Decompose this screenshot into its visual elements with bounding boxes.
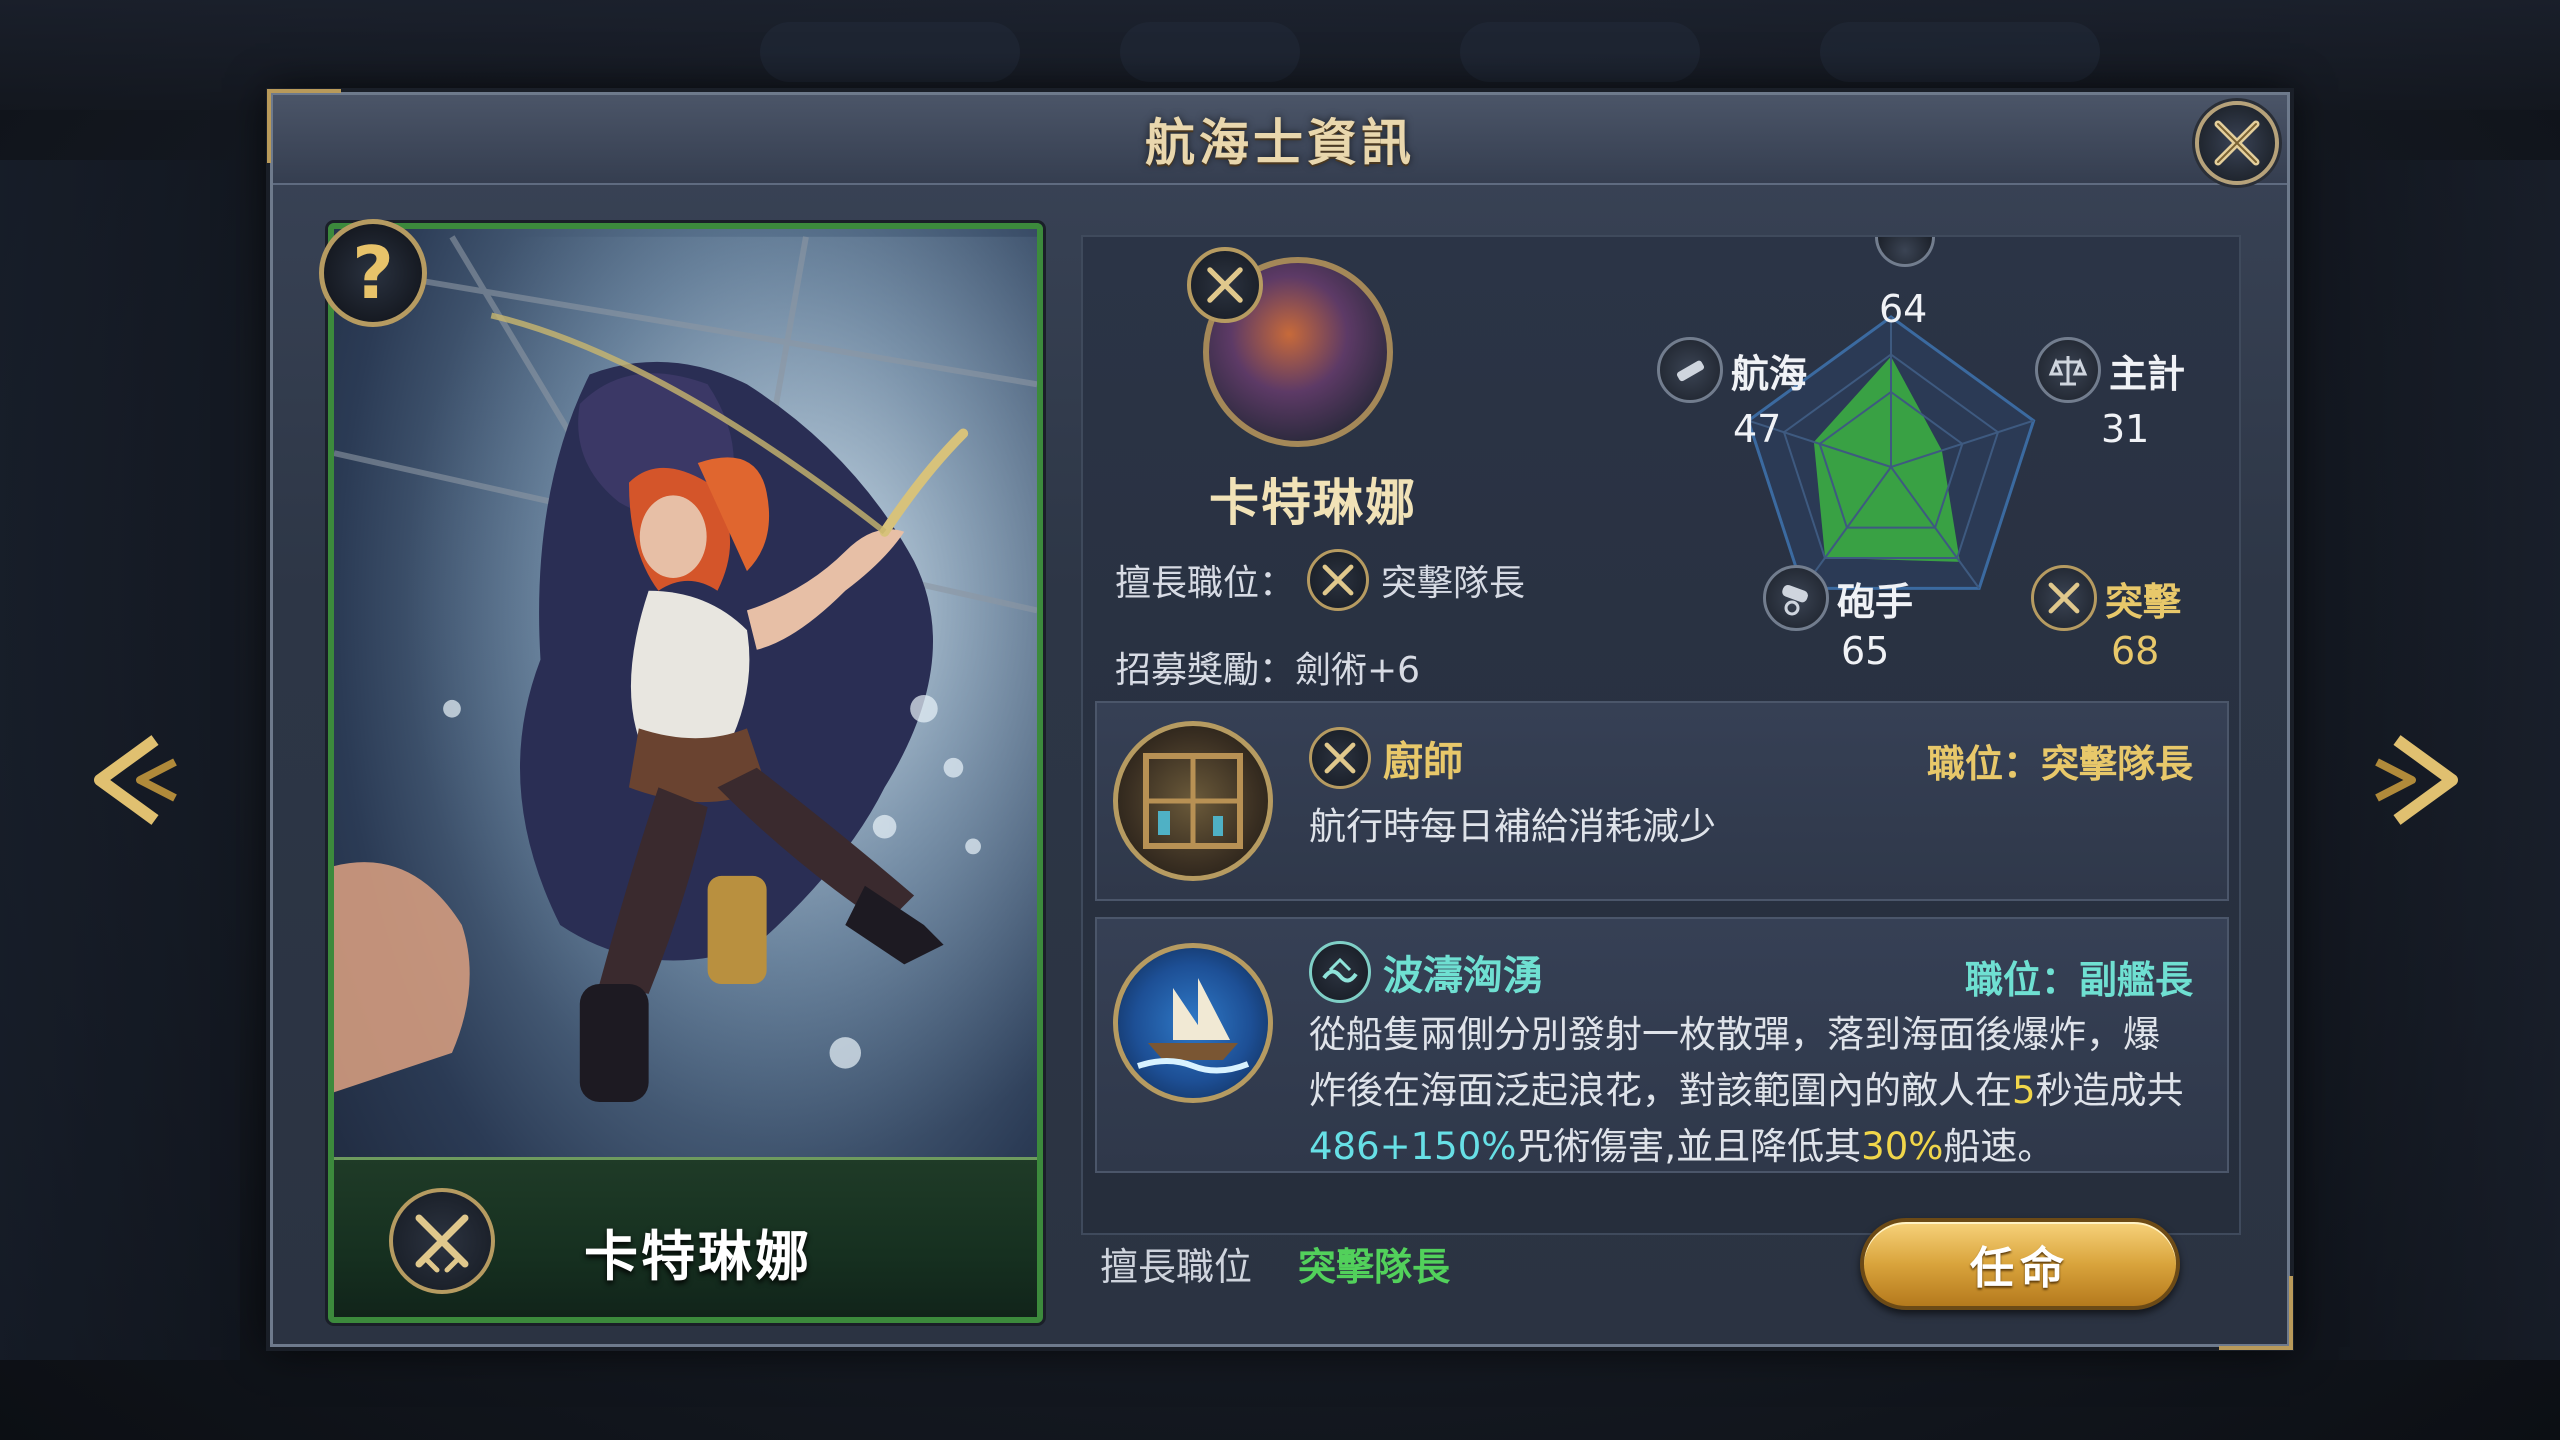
close-button[interactable] [2195, 101, 2279, 185]
character-name: 卡特琳娜 [1209, 474, 1417, 532]
cook-skill-icon [1113, 721, 1273, 881]
crossed-swords-icon [2031, 565, 2097, 631]
stat-navigation: 航海 [1657, 337, 1807, 403]
card-character-name: 卡特琳娜 [584, 1225, 812, 1288]
specialty-value: 突擊隊長 [1381, 563, 1526, 604]
character-portrait-art [334, 235, 1037, 1152]
skill-title-cook: 廚師 [1309, 727, 1463, 789]
skill-card-rough-seas: 波濤洶湧 職位：副艦長 從船隻兩側分別發射一枚散彈，落到海面後爆炸，爆 炸後在海… [1095, 917, 2229, 1173]
skill-desc-text: 秒造成共 [2035, 1069, 2184, 1112]
background-resource-slot [1120, 22, 1300, 82]
skill-slow-percent: 30% [1861, 1125, 1944, 1168]
background-resource-slot [1460, 22, 1700, 82]
skill-desc-line: 從船隻兩側分別發射一枚散彈，落到海面後爆炸，爆 [1309, 1013, 2160, 1056]
stat-navigation-value: 47 [1733, 407, 1782, 451]
skill-desc-line: 486+150%咒術傷害,並且降低其30%船速。 [1309, 1119, 2203, 1175]
chevron-right-icon [2375, 735, 2458, 825]
footer-specialty-value: 突擊隊長 [1298, 1245, 1451, 1289]
stat-assault-value: 68 [2111, 629, 2160, 673]
skill-desc-line: 炸後在海面泛起浪花，對該範圍內的敵人在5秒造成共 [1309, 1063, 2203, 1119]
stat-top-value: 64 [1879, 287, 1928, 331]
scales-icon [2035, 337, 2101, 403]
skill-card-cook: 廚師 職位：突擊隊長 航行時每日補給消耗減少 [1095, 701, 2229, 901]
stat-assault-label: 突擊 [2105, 579, 2182, 624]
dialog-title-bar: 航海士資訊 [273, 95, 2287, 185]
stats-radar: 64 航海 47 主計 31 砲手 65 突擊 68 [1561, 237, 2221, 687]
skill-role: 職位：突擊隊長 [1926, 742, 2193, 786]
stat-accounting-value: 31 [2101, 407, 2150, 451]
footer-specialty-label: 擅長職位 [1100, 1245, 1253, 1289]
ship-skill-icon [1113, 943, 1273, 1103]
stat-gunner-value: 65 [1841, 629, 1890, 673]
skill-damage: 486+150% [1309, 1125, 1517, 1168]
recruit-bonus: 招募獎勵：劍術+6 [1115, 650, 1421, 691]
top-stat-icon [1875, 237, 1935, 267]
chevron-left-icon [94, 735, 177, 825]
crossed-swords-close-icon [2214, 120, 2260, 166]
specialty-row: 擅長職位： 突擊隊長 [1115, 549, 1525, 611]
cannon-icon [1763, 565, 1829, 631]
skill-role: 職位：副艦長 [1964, 958, 2193, 1002]
stat-gunner-label: 砲手 [1837, 579, 1914, 624]
specialty-label: 擅長職位： [1115, 563, 1296, 604]
next-arrow[interactable] [2362, 720, 2482, 840]
assault-role-icon [1307, 549, 1370, 611]
skill-desc-text: 炸後在海面泛起浪花，對該範圍內的敵人在 [1309, 1069, 2012, 1112]
assault-role-icon [1309, 727, 1371, 789]
info-panel: 卡特琳娜 擅長職位： 突擊隊長 招募獎勵：劍術+6 64 航海 47 主計 31… [1081, 235, 2241, 1235]
character-card: 卡特琳娜 [328, 223, 1043, 1323]
skill-desc-text: 咒術傷害,並且降低其 [1516, 1125, 1862, 1168]
stat-accounting-label: 主計 [2109, 351, 2186, 396]
assault-class-icon [389, 1188, 495, 1294]
previous-arrow[interactable] [70, 720, 190, 840]
help-button[interactable]: ? [319, 219, 427, 327]
stat-navigation-label: 航海 [1731, 351, 1808, 396]
skill-desc-text: 船速。 [1943, 1125, 2055, 1168]
appoint-button[interactable]: 任命 [1860, 1218, 2180, 1310]
skill-duration: 5 [2012, 1069, 2036, 1112]
card-name-plate: 卡特琳娜 [334, 1157, 1037, 1317]
stat-top [1875, 237, 1935, 267]
stat-assault: 突擊 [2031, 565, 2181, 631]
stat-gunner: 砲手 [1763, 565, 1913, 631]
skill-description: 航行時每日補給消耗減少 [1309, 805, 1716, 848]
telescope-icon [1657, 337, 1723, 403]
background-resource-slot [760, 22, 1020, 82]
skill-description: 從船隻兩側分別發射一枚散彈，落到海面後爆炸，爆 炸後在海面泛起浪花，對該範圍內的… [1309, 1007, 2203, 1175]
assault-class-badge-icon [1187, 247, 1263, 323]
background-resource-slot [1820, 22, 2100, 82]
skill-title-rough-seas: 波濤洶湧 [1309, 941, 1543, 1003]
wave-role-icon [1309, 941, 1371, 1003]
stat-accounting: 主計 [2035, 337, 2185, 403]
skill-name: 波濤洶湧 [1383, 953, 1543, 999]
dialog-title: 航海士資訊 [1145, 114, 1415, 172]
skill-name: 廚師 [1383, 739, 1463, 785]
navigator-info-dialog: 航海士資訊 卡特琳娜 ? 卡特琳娜 擅長職位： 突擊隊長 招募獎勵：劍術+6 6… [267, 89, 2293, 1350]
